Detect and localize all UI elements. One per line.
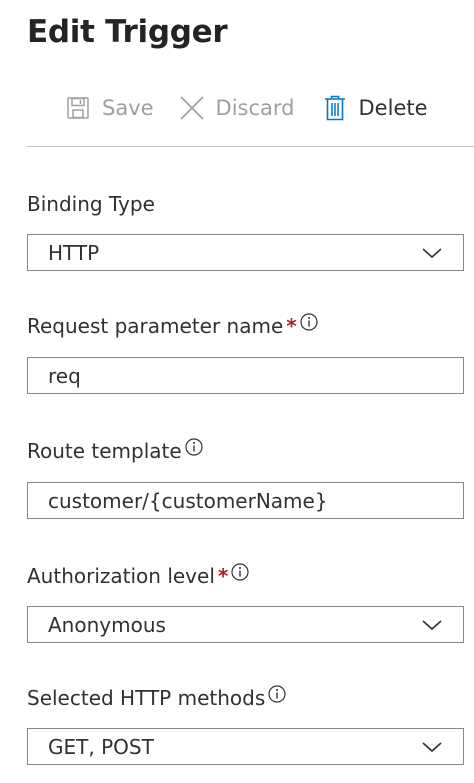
chevron-down-icon <box>421 246 443 260</box>
binding-type-dropdown[interactable]: HTTP <box>27 234 464 271</box>
authorization-level-dropdown[interactable]: Anonymous <box>27 606 464 643</box>
http-methods-label: Selected HTTP methods <box>27 684 286 712</box>
delete-button[interactable]: Delete <box>321 88 428 128</box>
request-parameter-name-value: req <box>48 363 81 388</box>
discard-label: Discard <box>215 96 295 120</box>
http-methods-dropdown[interactable]: GET, POST <box>27 728 464 765</box>
save-button[interactable]: Save <box>64 88 154 128</box>
http-methods-value: GET, POST <box>48 734 154 759</box>
required-asterisk: * <box>217 564 229 588</box>
info-icon[interactable] <box>185 438 203 456</box>
command-bar: Save Discard Delete <box>60 88 428 128</box>
required-asterisk: * <box>286 314 297 338</box>
panel-title: Edit Trigger <box>27 14 228 50</box>
save-label: Save <box>102 96 154 120</box>
toolbar-divider <box>27 146 474 147</box>
binding-type-value: HTTP <box>48 240 100 265</box>
chevron-down-icon <box>421 618 443 632</box>
route-template-value: customer/{customerName} <box>48 488 328 513</box>
trash-icon <box>321 94 349 122</box>
chevron-down-icon <box>421 740 443 754</box>
binding-type-label: Binding Type <box>27 192 155 216</box>
authorization-level-value: Anonymous <box>48 612 166 637</box>
info-icon[interactable] <box>231 563 249 581</box>
request-parameter-name-input[interactable]: req <box>27 357 464 394</box>
info-icon[interactable] <box>268 685 286 703</box>
info-icon[interactable] <box>300 313 318 331</box>
delete-label: Delete <box>358 96 428 120</box>
request-parameter-name-label: Request parameter name * <box>27 312 318 340</box>
discard-button[interactable]: Discard <box>178 88 295 128</box>
authorization-level-label: Authorization level * <box>27 562 249 590</box>
route-template-input[interactable]: customer/{customerName} <box>27 482 464 519</box>
route-template-label: Route template <box>27 437 203 465</box>
close-icon <box>178 94 206 122</box>
save-icon <box>64 94 92 122</box>
